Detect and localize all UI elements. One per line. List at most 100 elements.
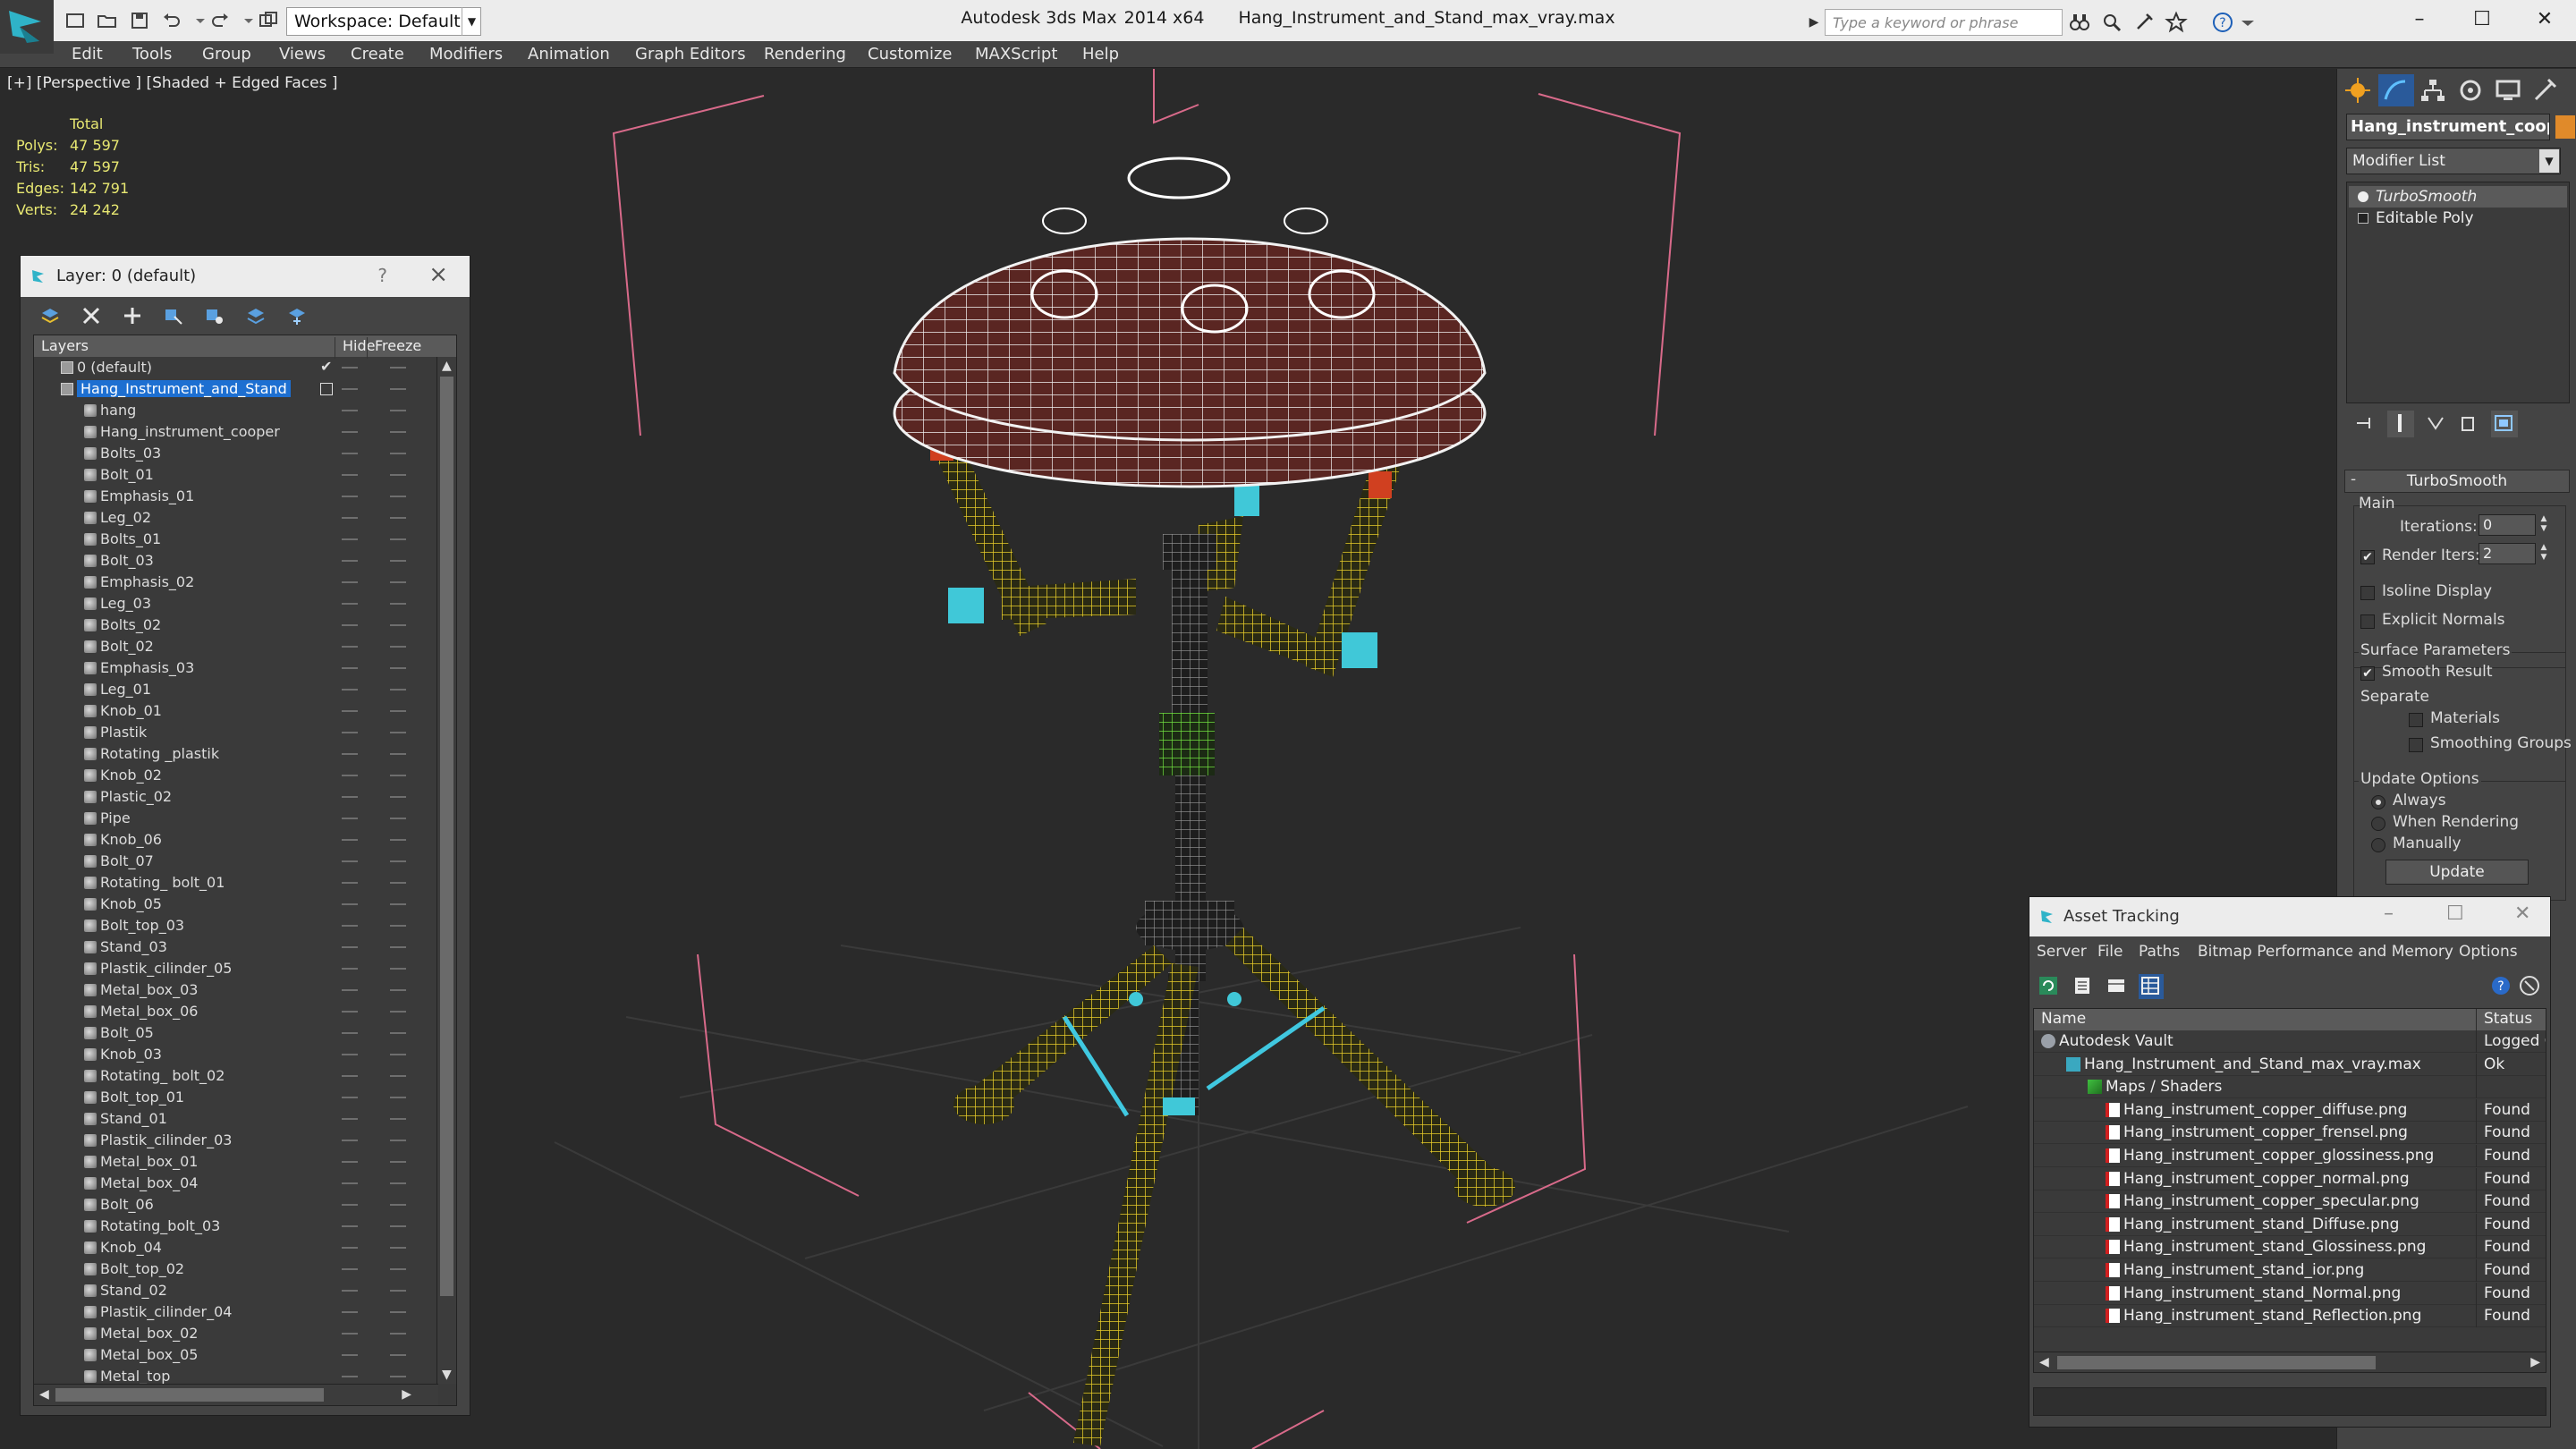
asset-row[interactable]: Autodesk Vault Logged Out	[2034, 1030, 2546, 1053]
freeze-toggle[interactable]	[390, 968, 406, 970]
hide-toggle[interactable]	[342, 367, 358, 369]
hide-toggle[interactable]	[342, 388, 358, 390]
freeze-toggle[interactable]	[390, 732, 406, 733]
scroll-left-icon[interactable]: ◀	[2039, 1355, 2049, 1369]
hide-toggle[interactable]	[342, 646, 358, 648]
scroll-right-icon[interactable]: ▶	[2530, 1355, 2540, 1369]
asset-row[interactable]: Hang_instrument_copper_specular.png Found	[2034, 1191, 2546, 1214]
pin-stack-icon[interactable]	[2351, 411, 2378, 437]
asset-row[interactable]: Maps / Shaders	[2034, 1076, 2546, 1099]
object-row[interactable]: Metal_box_05	[34, 1344, 435, 1366]
freeze-toggle[interactable]	[390, 367, 406, 369]
object-row[interactable]: Rotating_ bolt_01	[34, 872, 435, 894]
asset-row[interactable]: Hang_instrument_stand_Diffuse.png Found	[2034, 1213, 2546, 1236]
object-row[interactable]: Metal_box_06	[34, 1001, 435, 1022]
freeze-toggle[interactable]	[390, 1075, 406, 1077]
asset-menu-file[interactable]: File	[2097, 943, 2123, 961]
object-color-swatch[interactable]	[2555, 115, 2575, 139]
binoculars-icon[interactable]	[2068, 11, 2091, 34]
hide-toggle[interactable]	[342, 1354, 358, 1356]
hide-toggle[interactable]	[342, 1376, 358, 1377]
object-name-field[interactable]: Hang_instrument_cooper	[2346, 114, 2550, 140]
object-row[interactable]: Bolt_07	[34, 851, 435, 872]
hide-toggle[interactable]	[342, 667, 358, 669]
hide-toggle[interactable]	[342, 1311, 358, 1313]
freeze-column-header[interactable]: Freeze	[367, 337, 421, 359]
object-row[interactable]: Knob_06	[34, 829, 435, 851]
hide-toggle[interactable]	[342, 968, 358, 970]
freeze-toggle[interactable]	[390, 1118, 406, 1120]
create-layer-icon[interactable]	[38, 304, 62, 327]
object-row[interactable]: Bolt_06	[34, 1194, 435, 1216]
hide-toggle[interactable]	[342, 453, 358, 454]
object-row[interactable]: Bolts_02	[34, 614, 435, 636]
show-end-result-icon[interactable]	[2387, 411, 2414, 437]
asset-row[interactable]: Hang_instrument_copper_frensel.png Found	[2034, 1122, 2546, 1145]
hide-toggle[interactable]	[342, 624, 358, 626]
hide-toggle[interactable]	[342, 839, 358, 841]
menu-modifiers[interactable]: Modifiers	[429, 45, 503, 64]
object-row[interactable]: Emphasis_01	[34, 486, 435, 507]
freeze-toggle[interactable]	[390, 839, 406, 841]
freeze-toggle[interactable]	[390, 624, 406, 626]
freeze-toggle[interactable]	[390, 1204, 406, 1206]
freeze-toggle[interactable]	[390, 603, 406, 605]
select-objects-icon[interactable]	[162, 304, 185, 327]
make-current-icon[interactable]	[320, 383, 333, 395]
object-row[interactable]: Plastic_02	[34, 786, 435, 808]
menu-tools[interactable]: Tools	[132, 45, 172, 64]
freeze-toggle[interactable]	[390, 710, 406, 712]
object-row[interactable]: Rotating_ bolt_02	[34, 1065, 435, 1087]
project-folder-icon[interactable]	[256, 9, 281, 32]
redo-icon[interactable]	[208, 9, 233, 32]
object-row[interactable]: Metal_box_02	[34, 1323, 435, 1344]
freeze-toggle[interactable]	[390, 796, 406, 798]
iterations-spinner[interactable]: 0	[2479, 514, 2536, 536]
menu-animation[interactable]: Animation	[528, 45, 610, 64]
hide-toggle[interactable]	[342, 1333, 358, 1335]
object-row[interactable]: Knob_01	[34, 700, 435, 722]
asset-panel-titlebar[interactable]: Asset Tracking – ☐ ✕	[2029, 897, 2550, 936]
vertical-scrollbar[interactable]: ▲ ▼	[436, 357, 456, 1384]
help-icon[interactable]: ?	[377, 265, 387, 286]
display-tab-icon[interactable]	[2491, 74, 2527, 106]
scroll-left-icon[interactable]: ◀	[39, 1387, 49, 1402]
freeze-toggle[interactable]	[390, 560, 406, 562]
hide-toggle[interactable]	[342, 1054, 358, 1055]
object-row[interactable]: Metal_box_04	[34, 1173, 435, 1194]
manually-radio[interactable]	[2371, 838, 2385, 852]
delete-layer-icon[interactable]	[80, 304, 103, 327]
hide-toggle[interactable]	[342, 925, 358, 927]
freeze-toggle[interactable]	[390, 1225, 406, 1227]
freeze-toggle[interactable]	[390, 1311, 406, 1313]
object-row[interactable]: Bolt_05	[34, 1022, 435, 1044]
hide-toggle[interactable]	[342, 496, 358, 497]
layers-column-header[interactable]: Layers	[41, 337, 89, 354]
hide-toggle[interactable]	[342, 581, 358, 583]
undo-icon[interactable]	[159, 9, 184, 32]
hide-toggle[interactable]	[342, 431, 358, 433]
menu-create[interactable]: Create	[351, 45, 404, 64]
when-rendering-radio[interactable]	[2371, 817, 2385, 831]
make-unique-icon[interactable]	[2423, 411, 2450, 437]
freeze-toggle[interactable]	[390, 431, 406, 433]
hide-toggle[interactable]	[342, 775, 358, 776]
freeze-toggle[interactable]	[390, 925, 406, 927]
object-row[interactable]: Bolt_top_01	[34, 1087, 435, 1108]
utilities-tab-icon[interactable]	[2529, 74, 2564, 106]
highlight-layer-icon[interactable]	[203, 304, 226, 327]
close-icon[interactable]: ×	[428, 261, 448, 288]
hide-toggle[interactable]	[342, 1097, 358, 1098]
spinner-arrows-icon[interactable]: ▲ ▼	[2538, 543, 2550, 564]
table-view-icon[interactable]	[2139, 974, 2164, 999]
object-row[interactable]: Bolts_01	[34, 529, 435, 550]
asset-menu-paths[interactable]: Paths	[2139, 943, 2180, 961]
list-view-icon[interactable]	[2071, 974, 2096, 999]
object-row[interactable]: Bolts_03	[34, 443, 435, 464]
object-row[interactable]: Knob_02	[34, 765, 435, 786]
freeze-toggle[interactable]	[390, 946, 406, 948]
hide-toggle[interactable]	[342, 1118, 358, 1120]
always-radio[interactable]	[2371, 795, 2385, 809]
turbosmooth-rollout-header[interactable]: - TurboSmooth	[2344, 470, 2570, 493]
communication-center-icon[interactable]	[2132, 11, 2156, 34]
